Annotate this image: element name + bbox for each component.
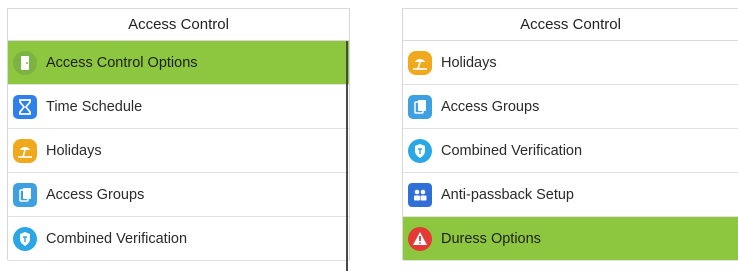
menu-item-access-control-options[interactable]: Access Control Options: [8, 41, 349, 85]
menu-item-holidays[interactable]: Holidays: [8, 129, 349, 173]
menu-item-anti-passback-setup[interactable]: Anti-passback Setup: [403, 173, 738, 217]
menu-item-duress-options[interactable]: Duress Options: [403, 217, 738, 261]
warning-icon: [408, 226, 432, 251]
page-title: Access Control: [403, 9, 738, 41]
menu-item-combined-verification[interactable]: Combined Verification: [8, 217, 349, 261]
copy-icon: [13, 182, 37, 207]
menu-item-label: Access Groups: [46, 186, 145, 203]
menu-item-access-groups[interactable]: Access Groups: [8, 173, 349, 217]
menu-item-label: Duress Options: [441, 230, 541, 247]
menu-item-time-schedule[interactable]: Time Schedule: [8, 85, 349, 129]
menu-item-label: Anti-passback Setup: [441, 186, 574, 203]
menu-item-label: Combined Verification: [441, 142, 583, 159]
scrollbar[interactable]: [346, 41, 348, 271]
menu-item-holidays[interactable]: Holidays: [403, 41, 738, 85]
page-title: Access Control: [8, 9, 349, 41]
menu-item-label: Holidays: [441, 54, 497, 71]
menu-item-label: Access Groups: [441, 98, 540, 115]
users-icon: [408, 182, 432, 207]
access-control-menu-left: Access Control Access Control Options Ti…: [7, 8, 350, 271]
beach-icon: [13, 138, 37, 163]
copy-icon: [408, 94, 432, 119]
menu-item-label: Combined Verification: [46, 230, 188, 247]
shield-icon: [408, 138, 432, 163]
menu-item-access-groups[interactable]: Access Groups: [403, 85, 738, 129]
menu-item-label: Holidays: [46, 142, 102, 159]
menu-item-label: Access Control Options: [46, 54, 198, 71]
menu-item-combined-verification[interactable]: Combined Verification: [403, 129, 738, 173]
menu-item-label: Time Schedule: [46, 98, 143, 115]
shield-icon: [13, 226, 37, 251]
beach-icon: [408, 50, 432, 75]
door-icon: [13, 50, 37, 75]
hourglass-icon: [13, 94, 37, 119]
access-control-menu-right: Access Control Holidays Access Groups Co…: [402, 8, 738, 261]
